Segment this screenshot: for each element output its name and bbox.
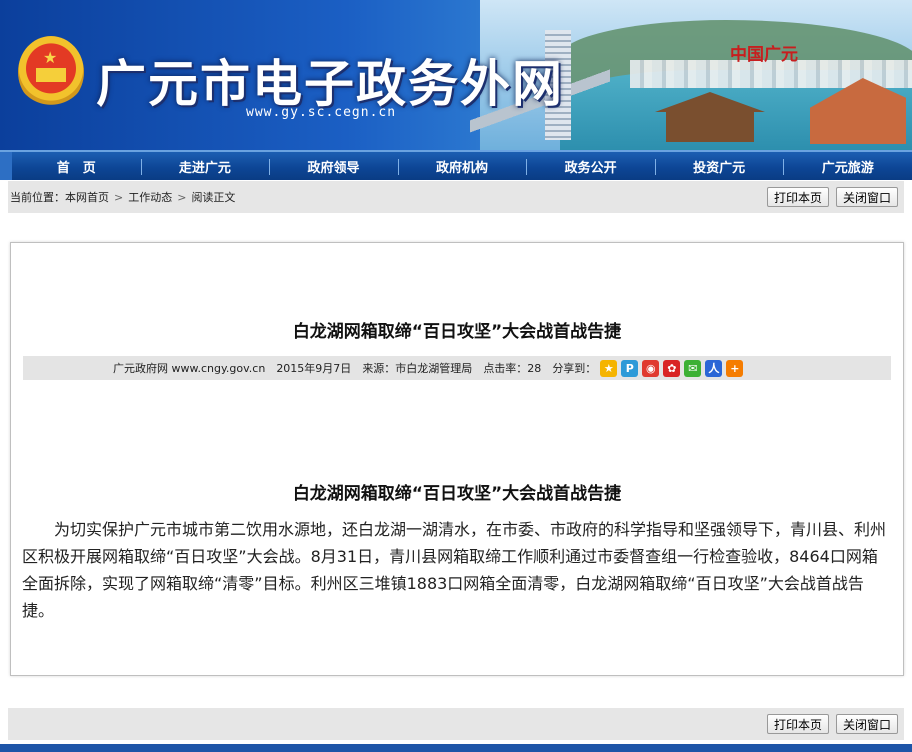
nav-item-about-guangyuan[interactable]: 走进广元 xyxy=(140,152,270,180)
nav-item-government-affairs[interactable]: 政务公开 xyxy=(526,152,655,180)
print-button[interactable]: 打印本页 xyxy=(766,187,829,207)
renren-icon[interactable]: ✿ xyxy=(663,359,681,377)
site-url: www.gy.sc.cegn.cn xyxy=(246,105,397,120)
top-toolbar: 打印本页 关闭窗口 xyxy=(766,187,898,207)
site-banner: ★ 广元市电子政务外网 www.gy.sc.cegn.cn 中国广元 xyxy=(0,0,912,150)
article-body-title: 白龙湖网箱取缔“百日攻坚”大会战首战告捷 xyxy=(292,484,622,504)
article-title: 白龙湖网箱取缔“百日攻坚”大会战首战告捷 xyxy=(292,322,622,342)
region-label: 中国广元 xyxy=(730,45,798,65)
baidu-icon[interactable]: 人 xyxy=(705,359,723,377)
meta-date: 2015年9月7日 xyxy=(276,362,352,375)
wechat-icon[interactable]: ✉ xyxy=(684,359,702,377)
breadcrumb-work-news[interactable]: 工作动态 xyxy=(128,189,172,205)
nav-item-tourism[interactable]: 广元旅游 xyxy=(783,152,912,180)
national-emblem-icon: ★ xyxy=(18,36,84,108)
nav-item-home[interactable]: 首 页 xyxy=(12,152,141,180)
nav-edge xyxy=(0,152,12,180)
bottom-toolbar-buttons: 打印本页 关闭窗口 xyxy=(766,714,898,734)
meta-source: 来源：市白龙湖管理局 xyxy=(362,362,473,375)
qzone-icon[interactable]: ★ xyxy=(600,359,618,377)
article-meta: 广元政府网 www.cngy.gov.cn 2015年9月7日 来源：市白龙湖管… xyxy=(23,356,891,380)
chevron-right-icon: > xyxy=(177,190,187,204)
tencent-weibo-icon[interactable]: P xyxy=(621,359,639,377)
close-window-button[interactable]: 关闭窗口 xyxy=(835,187,898,207)
article-body: 为切实保护广元市城市第二饮用水源地，还白龙湖一湖清水，在市委、市政府的科学指导和… xyxy=(22,520,887,620)
close-window-button-bottom[interactable]: 关闭窗口 xyxy=(835,714,898,734)
more-share-icon[interactable]: + xyxy=(726,359,744,377)
nav-item-government-leaders[interactable]: 政府领导 xyxy=(269,152,398,180)
bottom-toolbar: 打印本页 关闭窗口 xyxy=(8,708,904,740)
share-buttons: ★ P ◉ ✿ ✉ 人 + xyxy=(600,359,744,377)
print-button-bottom[interactable]: 打印本页 xyxy=(766,714,829,734)
meta-share-label: 分享到： xyxy=(552,362,597,375)
breadcrumb-home[interactable]: 本网首页 xyxy=(65,189,109,205)
sina-weibo-icon[interactable]: ◉ xyxy=(642,359,660,377)
meta-clicks: 点击率：28 xyxy=(483,362,542,375)
star-icon: ★ xyxy=(43,48,58,67)
breadcrumb-current: 阅读正文 xyxy=(191,191,236,204)
breadcrumb-prefix: 当前位置： xyxy=(10,191,65,204)
article-panel: 白龙湖网箱取缔“百日攻坚”大会战首战告捷 广元政府网 www.cngy.gov.… xyxy=(10,242,904,676)
breadcrumb: 当前位置： 本网首页 > 工作动态 > 阅读正文 打印本页 关闭窗口 xyxy=(8,181,904,213)
nav-item-investment[interactable]: 投资广元 xyxy=(654,152,784,180)
meta-site: 广元政府网 www.cngy.gov.cn xyxy=(113,362,266,375)
tiananmen-icon xyxy=(36,68,66,82)
footer-divider xyxy=(0,744,912,752)
nav-item-government-agencies[interactable]: 政府机构 xyxy=(397,152,527,180)
chevron-right-icon: > xyxy=(114,190,124,204)
main-nav: 首 页 走进广元 政府领导 政府机构 政务公开 投资广元 广元旅游 xyxy=(0,150,912,180)
